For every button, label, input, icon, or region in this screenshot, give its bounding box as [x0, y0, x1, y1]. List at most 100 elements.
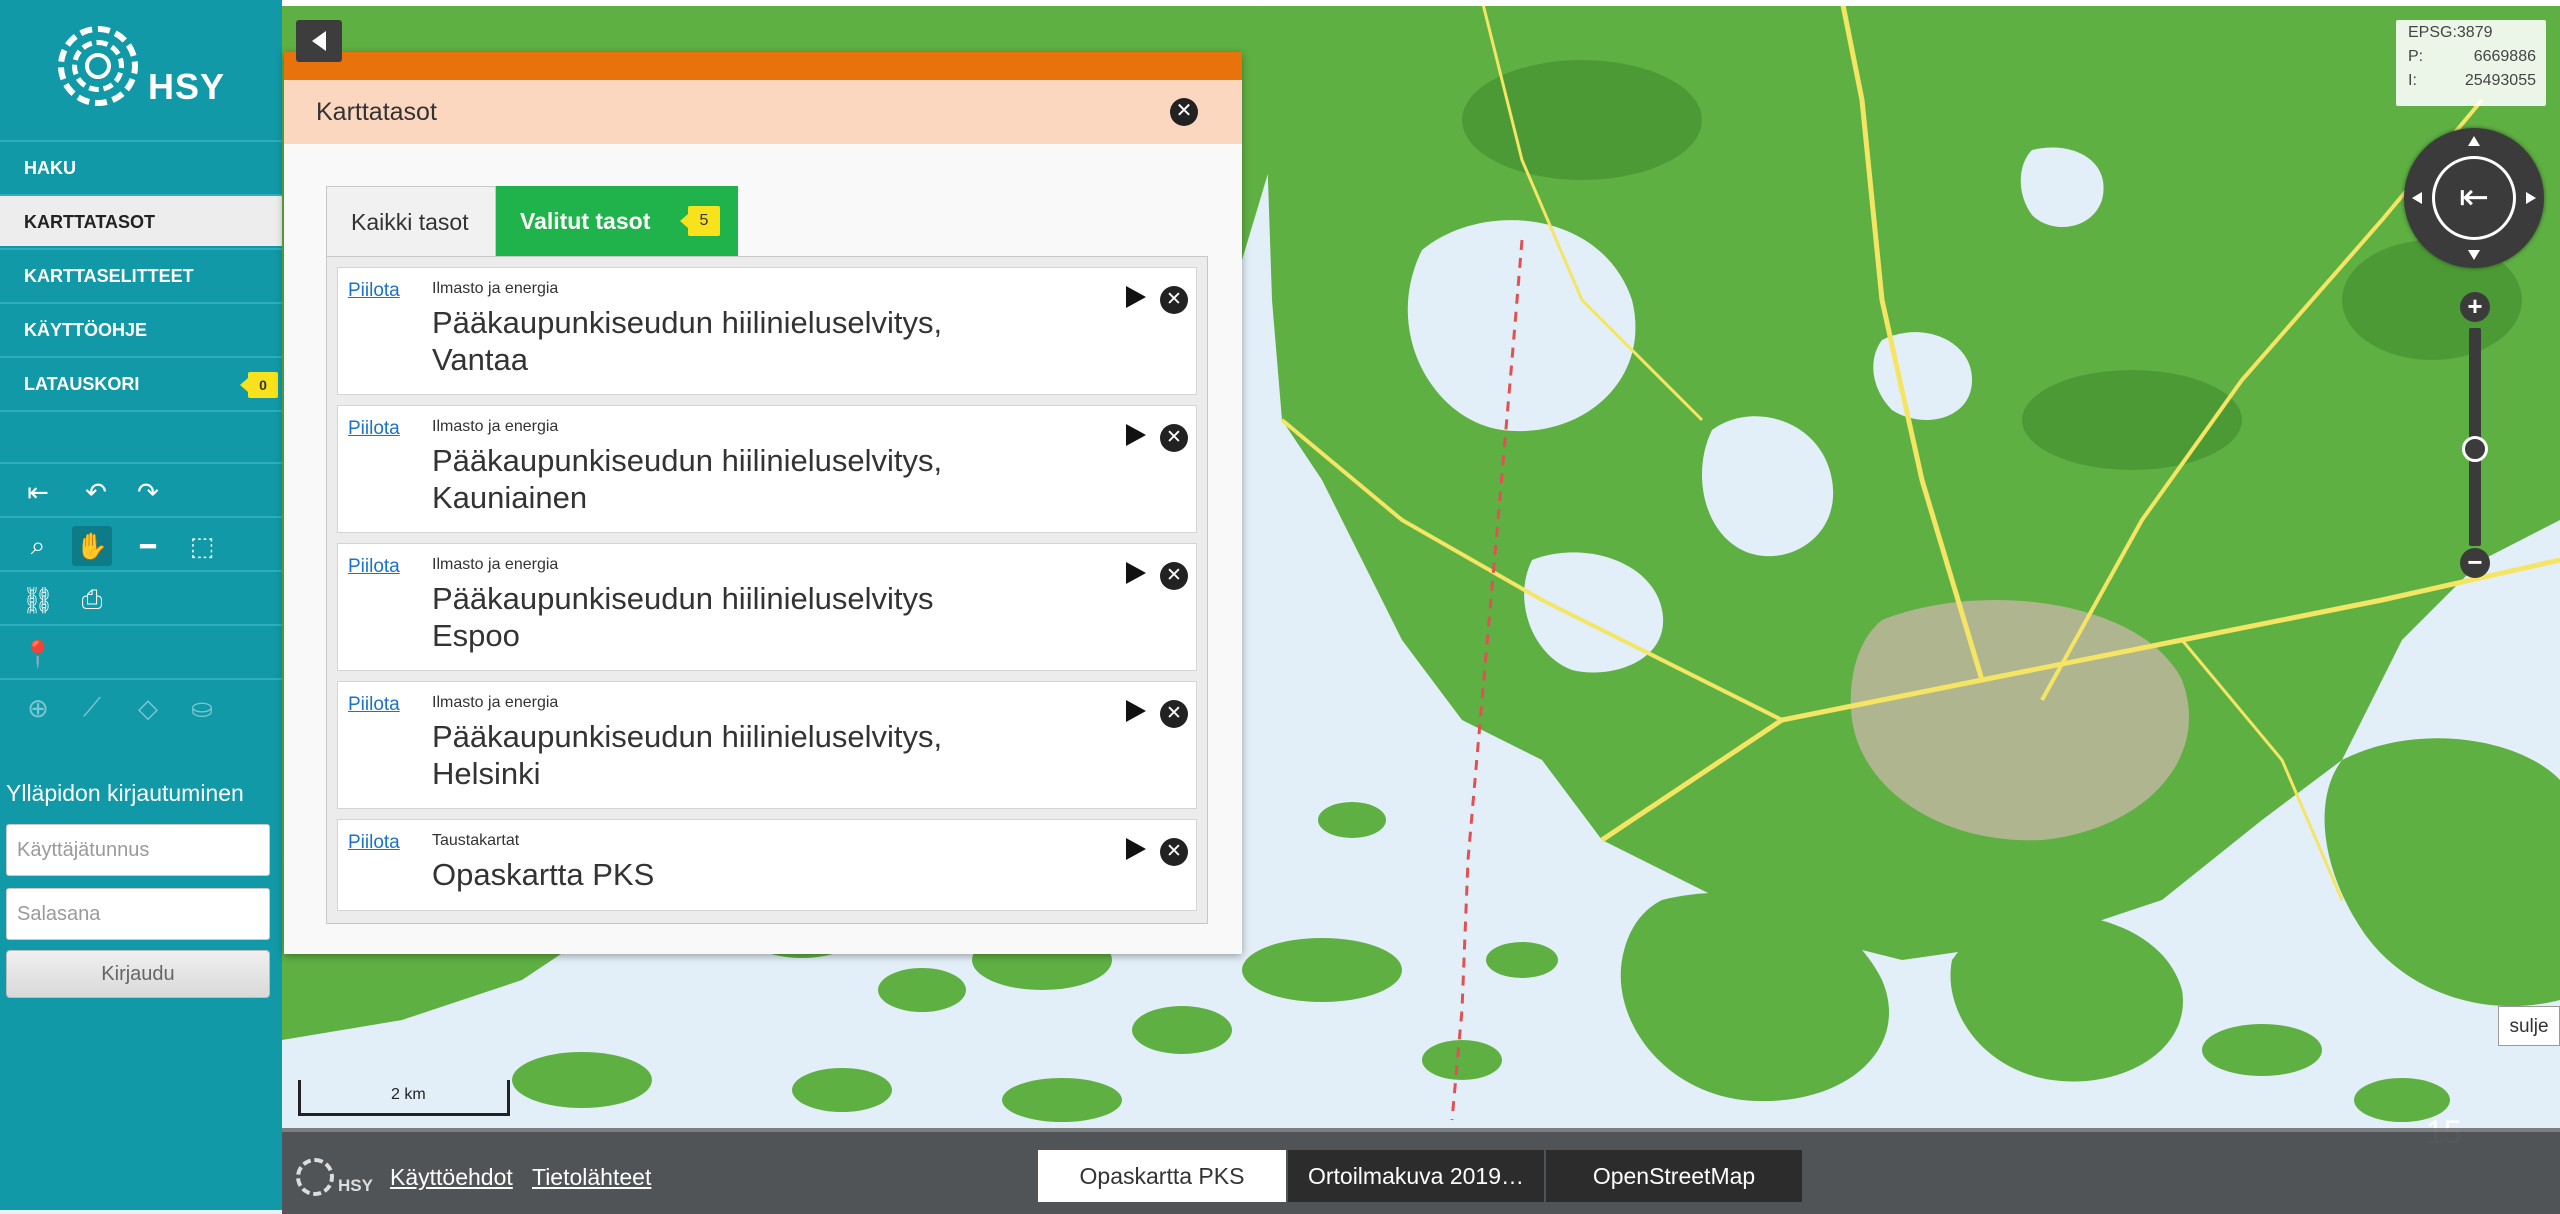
zoom-out-icon[interactable]: − — [2460, 548, 2490, 578]
remove-layer-icon[interactable]: ✕ — [1160, 424, 1188, 452]
layer-item: Piilota Ilmasto ja energia Pääkaupunkise… — [337, 405, 1197, 533]
selected-count-badge: 5 — [680, 206, 720, 236]
login-button[interactable]: Kirjaudu — [6, 950, 270, 998]
remove-layer-icon[interactable]: ✕ — [1160, 700, 1188, 728]
zoom-box-icon[interactable]: ⌕ — [18, 526, 58, 566]
layer-name: Pääkaupunkiseudun hiilinieluselvitys, Ka… — [432, 443, 943, 515]
play-icon[interactable] — [1126, 286, 1146, 308]
username-input[interactable] — [6, 824, 270, 876]
play-icon[interactable] — [1126, 562, 1146, 584]
tab-all-layers[interactable]: Kaikki tasot — [326, 186, 496, 256]
redo-icon[interactable]: ↷ — [128, 472, 168, 512]
p-label: P: — [2408, 48, 2424, 65]
latauskori-count-badge: 0 — [240, 372, 278, 398]
nav-karttaselitteet[interactable]: KARTTASELITTEET — [0, 248, 282, 300]
panel-header: Karttatasot ✕ — [284, 80, 1242, 144]
zoom-slider[interactable]: + − — [2460, 292, 2490, 582]
tab-selected-label: Valitut tasot — [520, 208, 651, 234]
layer-category: Taustakartat — [432, 832, 520, 849]
panel-title: Karttatasot — [316, 98, 437, 126]
login-title: Ylläpidon kirjautuminen — [6, 780, 244, 806]
home-icon[interactable]: ⇤ — [18, 472, 58, 512]
layer-name: Pääkaupunkiseudun hiilinieluselvitys, Va… — [432, 305, 943, 377]
pan-compass[interactable]: ⇤ — [2404, 128, 2544, 268]
p-value: 6669886 — [2473, 48, 2536, 65]
hide-layer-link[interactable]: Piilota — [348, 556, 400, 578]
remove-layer-icon[interactable]: ✕ — [1160, 838, 1188, 866]
top-edge — [0, 0, 2560, 6]
layer-name: Pääkaupunkiseudun hiilinieluselvitys, He… — [432, 719, 943, 791]
sidebar-spacer — [0, 410, 282, 464]
remove-layer-icon[interactable]: ✕ — [1160, 562, 1188, 590]
panel-accent-bar — [284, 52, 1242, 80]
pan-left-icon[interactable] — [2412, 192, 2422, 204]
footer-logo-text: HSY — [338, 1176, 373, 1195]
footer-logo-icon — [296, 1158, 334, 1196]
layer-item: Piilota Taustakartat Opaskartta PKS ✕ — [337, 819, 1197, 911]
remove-layer-icon[interactable]: ✕ — [1160, 286, 1188, 314]
terms-link[interactable]: Käyttöehdot — [390, 1164, 513, 1191]
crs-label: EPSG:3879 — [2408, 24, 2493, 41]
layer-name: Opaskartta PKS — [432, 857, 655, 892]
measure-line-icon[interactable]: ━ — [128, 526, 168, 566]
bg-ortoilmakuva[interactable]: Ortoilmakuva 2019… — [1288, 1150, 1544, 1202]
sidebar: HSY HAKU KARTTATASOT KARTTASELITTEET KÄY… — [0, 0, 282, 1210]
layer-item: Piilota Ilmasto ja energia Pääkaupunkise… — [337, 267, 1197, 395]
bg-openstreetmap[interactable]: OpenStreetMap — [1546, 1150, 1802, 1202]
layers-panel: Karttatasot ✕ Kaikki tasot Valitut tasot… — [284, 52, 1242, 954]
home-extent-icon[interactable]: ⇤ — [2432, 156, 2516, 240]
history-tools: ⇤ ↶ ↷ — [0, 462, 282, 518]
undo-icon[interactable]: ↶ — [76, 472, 116, 512]
nav-latauskori[interactable]: LATAUSKORI 0 — [0, 356, 282, 408]
zoom-in-icon[interactable]: + — [2460, 292, 2490, 322]
layer-category: Ilmasto ja energia — [432, 418, 559, 435]
nav-kayttoohje[interactable]: KÄYTTÖOHJE — [0, 302, 282, 354]
marker-tools: 📍 — [0, 624, 282, 680]
pan-hand-icon[interactable]: ✋ — [72, 526, 112, 566]
print-icon[interactable]: ⎙ — [72, 580, 112, 620]
bg-opaskartta[interactable]: Opaskartta PKS — [1038, 1150, 1286, 1202]
map-tools: ⌕ ✋ ━ ⬚ — [0, 516, 282, 572]
scale-label: 2 km — [391, 1086, 426, 1103]
hide-layer-link[interactable]: Piilota — [348, 832, 400, 854]
measure-area-icon[interactable]: ⬚ — [182, 526, 222, 566]
nav-haku[interactable]: HAKU — [0, 140, 282, 192]
play-icon[interactable] — [1126, 700, 1146, 722]
p-row: P: 6669886 — [2408, 48, 2542, 66]
draw-point-icon[interactable]: ⊕ — [18, 688, 58, 728]
share-tools: ⛓ ⎙ — [0, 570, 282, 626]
layer-item: Piilota Ilmasto ja energia Pääkaupunkise… — [337, 681, 1197, 809]
nav-karttatasot[interactable]: KARTTATASOT — [0, 194, 282, 246]
draw-area-icon[interactable]: ◇ — [128, 688, 168, 728]
pan-right-icon[interactable] — [2526, 192, 2536, 204]
link-icon[interactable]: ⛓ — [18, 580, 58, 620]
pan-up-icon[interactable] — [2468, 136, 2480, 146]
layer-item: Piilota Ilmasto ja energia Pääkaupunkise… — [337, 543, 1197, 671]
i-row: I: 25493055 — [2408, 72, 2542, 90]
hide-layer-link[interactable]: Piilota — [348, 694, 400, 716]
zoom-knob[interactable] — [2462, 436, 2488, 462]
hide-layer-link[interactable]: Piilota — [348, 280, 400, 302]
layer-category: Ilmasto ja energia — [432, 280, 559, 297]
scale-bar: 2 km — [298, 1080, 510, 1116]
panel-close-icon[interactable]: ✕ — [1170, 98, 1198, 126]
pan-down-icon[interactable] — [2468, 250, 2480, 260]
i-value: 25493055 — [2464, 72, 2536, 89]
password-input[interactable] — [6, 888, 270, 940]
close-button[interactable]: sulje — [2498, 1006, 2560, 1046]
play-icon[interactable] — [1126, 838, 1146, 860]
draw-shape-icon[interactable]: ⛀ — [182, 688, 222, 728]
nav-latauskori-label: LATAUSKORI — [24, 374, 140, 394]
play-icon[interactable] — [1126, 424, 1146, 446]
tab-selected-layers[interactable]: Valitut tasot 5 — [496, 186, 738, 256]
sources-link[interactable]: Tietolähteet — [532, 1164, 651, 1191]
draw-tools: ⊕ ⟋ ◇ ⛀ — [0, 678, 282, 734]
marker-add-icon[interactable]: 📍 — [18, 634, 58, 674]
selected-layer-list: Piilota Ilmasto ja energia Pääkaupunkise… — [326, 256, 1208, 924]
draw-line-icon[interactable]: ⟋ — [72, 688, 112, 728]
panel-body: Kaikki tasot Valitut tasot 5 Piilota Ilm… — [284, 144, 1242, 954]
collapse-panel-button[interactable] — [296, 20, 342, 62]
hide-layer-link[interactable]: Piilota — [348, 418, 400, 440]
i-label: I: — [2408, 72, 2417, 89]
hsy-logo[interactable]: HSY — [50, 24, 240, 124]
